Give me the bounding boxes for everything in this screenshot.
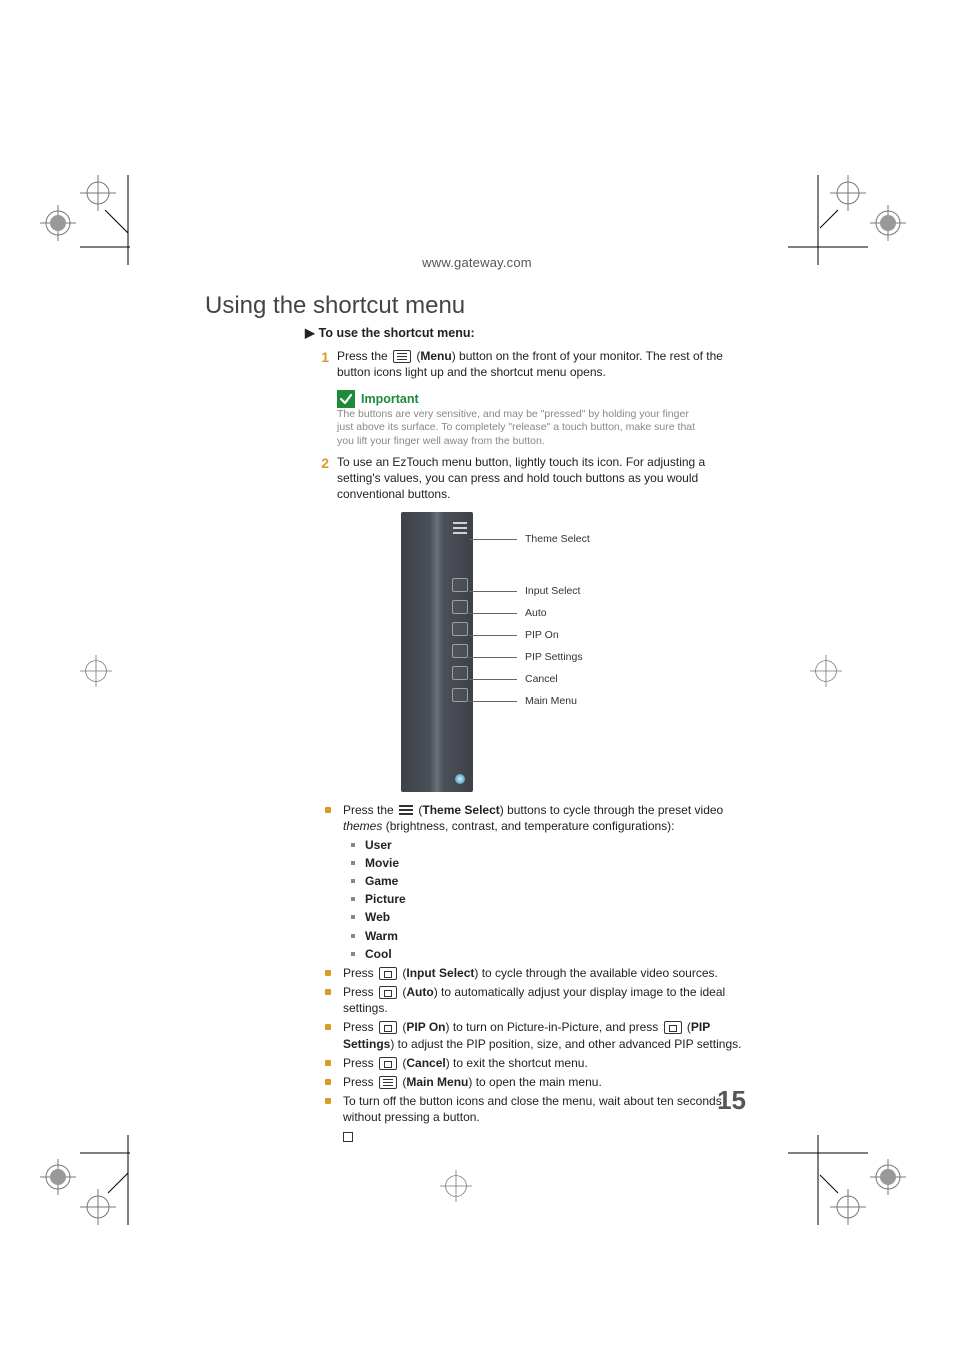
list-item: Movie [351,855,750,871]
input-select-icon [379,967,397,980]
check-icon [337,390,355,408]
important-callout: Important The buttons are very sensitive… [337,390,750,447]
step-1: 1 Press the (Menu) button on the front o… [305,348,750,380]
crop-mark-icon [778,1135,838,1195]
list-item: Press (Cancel) to exit the shortcut menu… [325,1055,750,1071]
crop-mark-icon [76,651,124,699]
page-url: www.gateway.com [0,255,954,270]
list-item: Press the (Theme Select) buttons to cycl… [325,802,750,962]
list-item: To turn off the button icons and close t… [325,1093,750,1146]
menu-icon [393,350,411,363]
cancel-icon [379,1057,397,1070]
theme-select-icon [399,805,413,815]
instruction-list: Press the (Theme Select) buttons to cycl… [325,802,750,1146]
auto-icon [379,986,397,999]
crop-mark-icon [436,1166,484,1214]
list-item: Warm [351,928,750,944]
pip-settings-icon [664,1021,682,1034]
callout-theme: Theme Select [461,532,590,546]
callout-pip-settings: PIP Settings [461,650,583,664]
procedure-heading: ▶To use the shortcut menu: [305,325,750,342]
crop-mark-icon [40,1135,100,1195]
callout-cancel: Cancel [461,672,558,686]
callout-pip-on: PIP On [461,628,559,642]
list-item: Game [351,873,750,889]
page-number: 15 [717,1085,746,1116]
crop-mark-icon [778,175,838,235]
callout-auto: Auto [461,606,547,620]
list-item: Press (Auto) to automatically adjust you… [325,984,750,1016]
end-of-procedure-icon [343,1132,353,1142]
list-item: Press (Input Select) to cycle through th… [325,965,750,981]
pip-on-icon [379,1021,397,1034]
main-menu-icon [379,1076,397,1089]
crop-mark-icon [40,175,100,235]
callout-main-menu: Main Menu [461,694,577,708]
monitor-bezel-figure: Theme Select Input Select Auto PIP On PI… [401,512,741,792]
list-item: User [351,837,750,853]
list-item: Cool [351,946,750,962]
triangle-icon: ▶ [305,325,315,342]
callout-input: Input Select [461,584,580,598]
step-2: 2 To use an EzTouch menu button, lightly… [305,454,750,503]
crop-mark-icon [806,651,854,699]
list-item: Web [351,909,750,925]
themes-sublist: User Movie Game Picture Web Warm Cool [351,837,750,962]
list-item: Press (Main Menu) to open the main menu. [325,1074,750,1090]
page-content: ▶To use the shortcut menu: 1 Press the (… [305,325,750,1149]
power-led-icon [455,774,465,784]
section-title: Using the shortcut menu [205,292,465,320]
list-item: Press (PIP On) to turn on Picture-in-Pic… [325,1019,750,1051]
list-item: Picture [351,891,750,907]
